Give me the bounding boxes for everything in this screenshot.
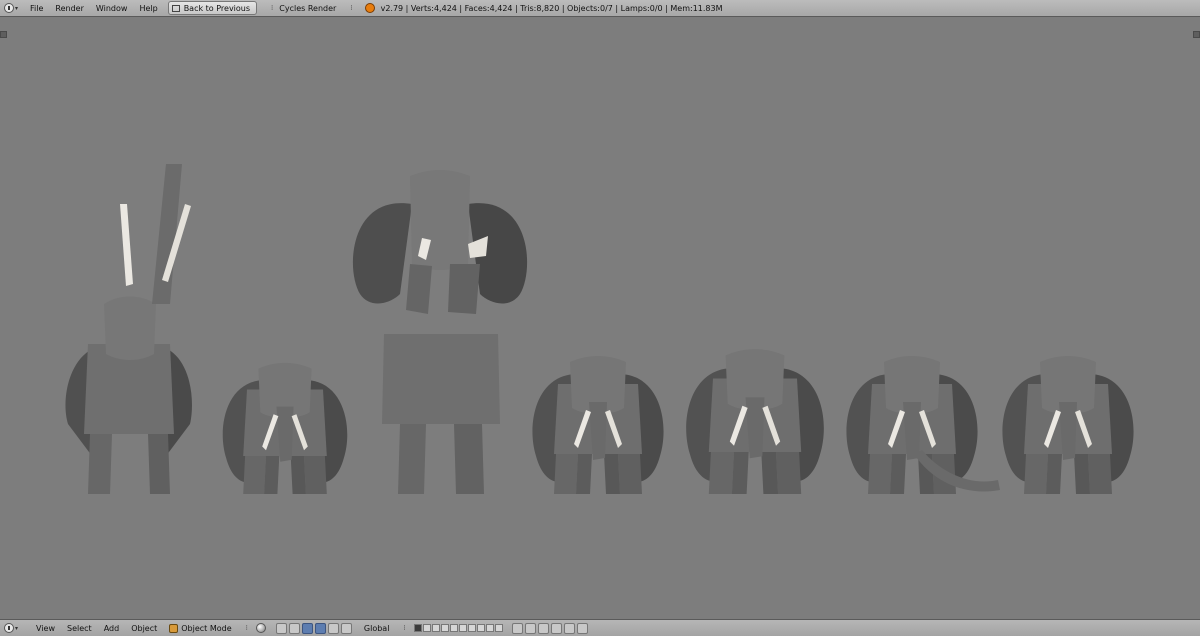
separator-handle[interactable]: ⁞	[246, 624, 248, 632]
elephant-model[interactable]	[686, 349, 824, 494]
elephant-herd-render	[65, 164, 1134, 494]
screen-back-icon	[171, 4, 180, 12]
proportional-edit-icon[interactable]	[524, 622, 536, 634]
elephant-model[interactable]	[846, 356, 1000, 494]
blender-logo-icon	[364, 3, 375, 13]
elephant-model[interactable]	[532, 356, 664, 494]
opengl-render-icon[interactable]	[576, 622, 588, 634]
translate-manipulator-icon[interactable]	[301, 622, 313, 634]
object-mode-icon	[169, 623, 179, 633]
menu-view[interactable]: View	[36, 624, 55, 633]
mode-label: Object Mode	[181, 623, 232, 633]
viewport-shading-icon[interactable]	[255, 623, 266, 633]
scale-manipulator-icon[interactable]	[327, 622, 339, 634]
manipulator-toggle-icon[interactable]	[288, 622, 300, 634]
menu-render[interactable]: Render	[55, 4, 83, 13]
transform-orientation-select[interactable]: Global	[364, 624, 390, 633]
scene-stats: v2.79 | Verts:4,424 | Faces:4,424 | Tris…	[380, 3, 723, 13]
scale-handle-icon[interactable]	[340, 622, 352, 634]
mode-select[interactable]: Object Mode	[169, 623, 232, 633]
menu-select[interactable]: Select	[67, 624, 92, 633]
elephant-model[interactable]	[65, 164, 192, 494]
3d-viewport[interactable]	[0, 17, 1200, 619]
pivot-point-icon[interactable]	[275, 622, 287, 634]
menu-file[interactable]: File	[30, 4, 43, 13]
chevron-down-icon: ▾	[15, 624, 19, 632]
rotate-manipulator-icon[interactable]	[314, 622, 326, 634]
render-icon[interactable]	[563, 622, 575, 634]
menu-help[interactable]: Help	[139, 4, 157, 13]
menu-add[interactable]: Add	[104, 624, 120, 633]
3d-view-icon	[4, 623, 14, 633]
separator-handle[interactable]: ⁞	[350, 4, 352, 12]
chevron-down-icon: ▾	[15, 4, 19, 12]
lock-camera-icon[interactable]	[511, 622, 523, 634]
editor-type-button[interactable]: ▾	[4, 3, 18, 13]
menu-window[interactable]: Window	[96, 4, 128, 13]
back-to-previous-button[interactable]: Back to Previous	[167, 1, 258, 15]
info-icon	[4, 3, 14, 13]
editor-type-button[interactable]: ▾	[4, 623, 18, 633]
elephant-model[interactable]	[352, 170, 528, 494]
elephant-model[interactable]	[1002, 356, 1134, 494]
separator-handle[interactable]: ⁞	[271, 4, 273, 12]
menu-object[interactable]: Object	[131, 624, 157, 633]
render-engine-select[interactable]: Cycles Render	[279, 4, 336, 13]
3d-view-header: ▾ View Select Add Object Object Mode ⁞ G…	[0, 619, 1200, 636]
snap-element-icon[interactable]	[550, 622, 562, 634]
snap-icon[interactable]	[537, 622, 549, 634]
area-corner-handle[interactable]	[1193, 31, 1200, 38]
info-header: ▾ File Render Window Help Back to Previo…	[0, 0, 1200, 17]
layer-buttons[interactable]	[413, 624, 504, 632]
back-to-previous-label: Back to Previous	[183, 3, 251, 13]
area-corner-handle[interactable]	[0, 31, 7, 38]
separator-handle[interactable]: ⁞	[403, 624, 405, 632]
elephant-model[interactable]	[222, 362, 348, 494]
